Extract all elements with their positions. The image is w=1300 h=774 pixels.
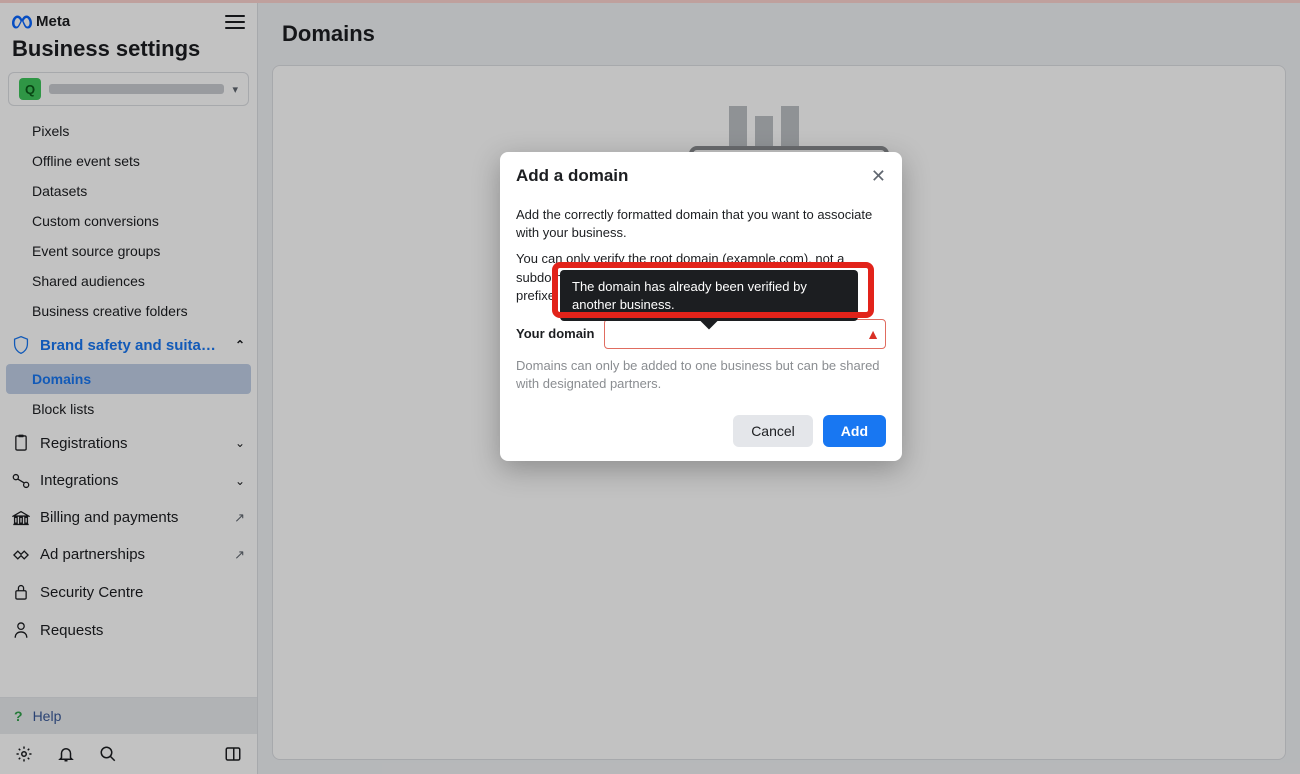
modal-paragraph-1: Add the correctly formatted domain that … xyxy=(516,206,886,242)
domain-field-label: Your domain xyxy=(516,325,594,343)
modal-title: Add a domain xyxy=(516,166,628,186)
add-button[interactable]: Add xyxy=(823,415,886,447)
warning-triangle-icon: ▲ xyxy=(866,325,880,345)
modal-note: Domains can only be added to one busines… xyxy=(516,357,886,393)
cancel-button[interactable]: Cancel xyxy=(733,415,813,447)
domain-input[interactable] xyxy=(604,319,886,349)
error-tooltip: The domain has already been verified by … xyxy=(560,270,858,321)
close-icon[interactable]: ✕ xyxy=(871,167,886,185)
